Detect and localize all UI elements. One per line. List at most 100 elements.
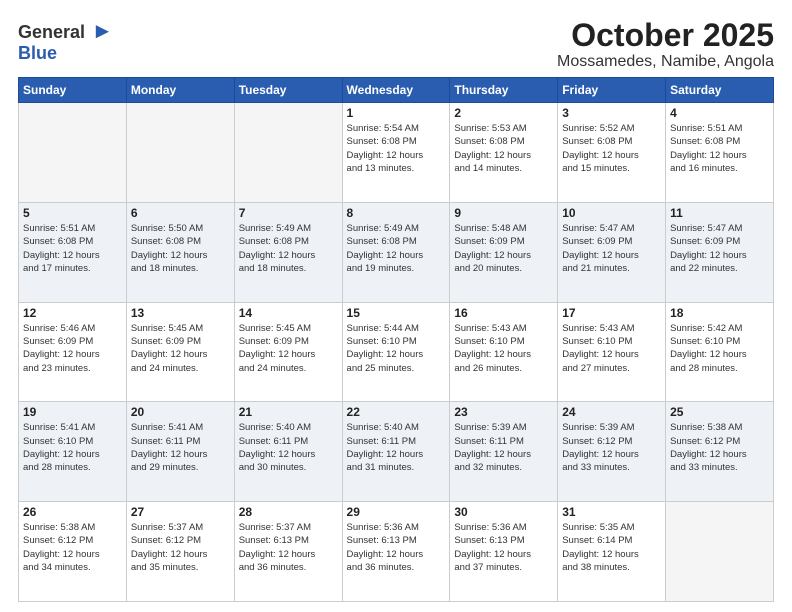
day-number: 11 — [670, 206, 769, 220]
day-number: 1 — [347, 106, 446, 120]
day-info: Sunrise: 5:47 AM Sunset: 6:09 PM Dayligh… — [562, 222, 661, 275]
day-number: 21 — [239, 405, 338, 419]
table-row: 31 Sunrise: 5:35 AM Sunset: 6:14 PM Dayli… — [558, 502, 666, 602]
table-row: 14Sunrise: 5:45 AM Sunset: 6:09 PM Dayli… — [234, 302, 342, 402]
day-info: Sunrise: 5:43 AM Sunset: 6:10 PM Dayligh… — [562, 322, 661, 375]
day-info: Sunrise: 5:50 AM Sunset: 6:08 PM Dayligh… — [131, 222, 230, 275]
table-row: 20 Sunrise: 5:41 AM Sunset: 6:11 PM Dayli… — [126, 402, 234, 502]
table-row: 23Sunrise: 5:39 AM Sunset: 6:11 PM Dayli… — [450, 402, 558, 502]
day-number: 18 — [670, 306, 769, 320]
day-info: Sunrise: 5:49 AM Sunset: 6:08 PM Dayligh… — [239, 222, 338, 275]
location-title: Mossamedes, Namibe, Angola — [557, 53, 774, 71]
day-number: 6 — [131, 206, 230, 220]
table-row: 11 Sunrise: 5:47 AM Sunset: 6:09 PM Dayli… — [666, 202, 774, 302]
day-number: 10 — [562, 206, 661, 220]
day-number: 14 — [239, 306, 338, 320]
table-row: 26 Sunrise: 5:38 AM Sunset: 6:12 PM Dayli… — [19, 502, 127, 602]
calendar-header-row: Sunday Monday Tuesday Wednesday Thursday… — [19, 78, 774, 103]
title-block: October 2025 Mossamedes, Namibe, Angola — [557, 18, 774, 71]
day-number: 28 — [239, 505, 338, 519]
day-info: Sunrise: 5:51 AM Sunset: 6:08 PM Dayligh… — [670, 122, 769, 175]
logo: General ► Blue — [18, 18, 113, 62]
table-row: 24 Sunrise: 5:39 AM Sunset: 6:12 PM Dayli… — [558, 402, 666, 502]
table-row: 2Sunrise: 5:53 AM Sunset: 6:08 PM Daylig… — [450, 103, 558, 203]
calendar-week-row: 1 Sunrise: 5:54 AM Sunset: 6:08 PM Daylig… — [19, 103, 774, 203]
day-number: 5 — [23, 206, 122, 220]
day-number: 12 — [23, 306, 122, 320]
table-row: 1 Sunrise: 5:54 AM Sunset: 6:08 PM Daylig… — [342, 103, 450, 203]
table-row — [666, 502, 774, 602]
day-info: Sunrise: 5:40 AM Sunset: 6:11 PM Dayligh… — [347, 421, 446, 474]
day-number: 19 — [23, 405, 122, 419]
day-number: 30 — [454, 505, 553, 519]
day-number: 29 — [347, 505, 446, 519]
table-row — [19, 103, 127, 203]
table-row: 3Sunrise: 5:52 AM Sunset: 6:08 PM Daylig… — [558, 103, 666, 203]
logo-general-text: General — [18, 22, 85, 42]
table-row: 9Sunrise: 5:48 AM Sunset: 6:09 PM Daylig… — [450, 202, 558, 302]
header-thursday: Thursday — [450, 78, 558, 103]
calendar-week-row: 26 Sunrise: 5:38 AM Sunset: 6:12 PM Dayli… — [19, 502, 774, 602]
day-number: 25 — [670, 405, 769, 419]
table-row: 28 Sunrise: 5:37 AM Sunset: 6:13 PM Dayli… — [234, 502, 342, 602]
table-row: 22 Sunrise: 5:40 AM Sunset: 6:11 PM Dayli… — [342, 402, 450, 502]
table-row: 19Sunrise: 5:41 AM Sunset: 6:10 PM Dayli… — [19, 402, 127, 502]
header-wednesday: Wednesday — [342, 78, 450, 103]
day-info: Sunrise: 5:45 AM Sunset: 6:09 PM Dayligh… — [131, 322, 230, 375]
table-row: 4 Sunrise: 5:51 AM Sunset: 6:08 PM Daylig… — [666, 103, 774, 203]
day-number: 27 — [131, 505, 230, 519]
calendar-table: Sunday Monday Tuesday Wednesday Thursday… — [18, 77, 774, 602]
day-info: Sunrise: 5:47 AM Sunset: 6:09 PM Dayligh… — [670, 222, 769, 275]
day-number: 23 — [454, 405, 553, 419]
header-tuesday: Tuesday — [234, 78, 342, 103]
day-info: Sunrise: 5:54 AM Sunset: 6:08 PM Dayligh… — [347, 122, 446, 175]
day-info: Sunrise: 5:51 AM Sunset: 6:08 PM Dayligh… — [23, 222, 122, 275]
table-row: 15 Sunrise: 5:44 AM Sunset: 6:10 PM Dayli… — [342, 302, 450, 402]
page: General ► Blue October 2025 Mossamedes, … — [0, 0, 792, 612]
day-info: Sunrise: 5:38 AM Sunset: 6:12 PM Dayligh… — [670, 421, 769, 474]
day-number: 31 — [562, 505, 661, 519]
day-number: 20 — [131, 405, 230, 419]
calendar-week-row: 19Sunrise: 5:41 AM Sunset: 6:10 PM Dayli… — [19, 402, 774, 502]
day-number: 17 — [562, 306, 661, 320]
table-row: 17 Sunrise: 5:43 AM Sunset: 6:10 PM Dayli… — [558, 302, 666, 402]
table-row: 13 Sunrise: 5:45 AM Sunset: 6:09 PM Dayli… — [126, 302, 234, 402]
day-info: Sunrise: 5:44 AM Sunset: 6:10 PM Dayligh… — [347, 322, 446, 375]
day-info: Sunrise: 5:38 AM Sunset: 6:12 PM Dayligh… — [23, 521, 122, 574]
calendar-week-row: 5 Sunrise: 5:51 AM Sunset: 6:08 PM Daylig… — [19, 202, 774, 302]
day-info: Sunrise: 5:37 AM Sunset: 6:13 PM Dayligh… — [239, 521, 338, 574]
day-number: 22 — [347, 405, 446, 419]
day-info: Sunrise: 5:41 AM Sunset: 6:11 PM Dayligh… — [131, 421, 230, 474]
table-row: 21 Sunrise: 5:40 AM Sunset: 6:11 PM Dayli… — [234, 402, 342, 502]
header: General ► Blue October 2025 Mossamedes, … — [18, 18, 774, 71]
table-row: 25 Sunrise: 5:38 AM Sunset: 6:12 PM Dayli… — [666, 402, 774, 502]
table-row: 12Sunrise: 5:46 AM Sunset: 6:09 PM Dayli… — [19, 302, 127, 402]
table-row: 10 Sunrise: 5:47 AM Sunset: 6:09 PM Dayli… — [558, 202, 666, 302]
calendar-week-row: 12Sunrise: 5:46 AM Sunset: 6:09 PM Dayli… — [19, 302, 774, 402]
day-number: 4 — [670, 106, 769, 120]
day-number: 24 — [562, 405, 661, 419]
day-info: Sunrise: 5:43 AM Sunset: 6:10 PM Dayligh… — [454, 322, 553, 375]
day-info: Sunrise: 5:36 AM Sunset: 6:13 PM Dayligh… — [347, 521, 446, 574]
table-row: 5 Sunrise: 5:51 AM Sunset: 6:08 PM Daylig… — [19, 202, 127, 302]
day-number: 7 — [239, 206, 338, 220]
day-number: 26 — [23, 505, 122, 519]
day-number: 2 — [454, 106, 553, 120]
table-row — [126, 103, 234, 203]
table-row: 8Sunrise: 5:49 AM Sunset: 6:08 PM Daylig… — [342, 202, 450, 302]
table-row: 27Sunrise: 5:37 AM Sunset: 6:12 PM Dayli… — [126, 502, 234, 602]
day-info: Sunrise: 5:40 AM Sunset: 6:11 PM Dayligh… — [239, 421, 338, 474]
day-info: Sunrise: 5:49 AM Sunset: 6:08 PM Dayligh… — [347, 222, 446, 275]
day-info: Sunrise: 5:42 AM Sunset: 6:10 PM Dayligh… — [670, 322, 769, 375]
day-number: 3 — [562, 106, 661, 120]
day-number: 15 — [347, 306, 446, 320]
day-info: Sunrise: 5:36 AM Sunset: 6:13 PM Dayligh… — [454, 521, 553, 574]
table-row: 18 Sunrise: 5:42 AM Sunset: 6:10 PM Dayli… — [666, 302, 774, 402]
day-info: Sunrise: 5:35 AM Sunset: 6:14 PM Dayligh… — [562, 521, 661, 574]
table-row: 30 Sunrise: 5:36 AM Sunset: 6:13 PM Dayli… — [450, 502, 558, 602]
day-number: 13 — [131, 306, 230, 320]
day-info: Sunrise: 5:39 AM Sunset: 6:12 PM Dayligh… — [562, 421, 661, 474]
header-saturday: Saturday — [666, 78, 774, 103]
header-friday: Friday — [558, 78, 666, 103]
logo-arrow-icon: ► — [92, 18, 114, 43]
